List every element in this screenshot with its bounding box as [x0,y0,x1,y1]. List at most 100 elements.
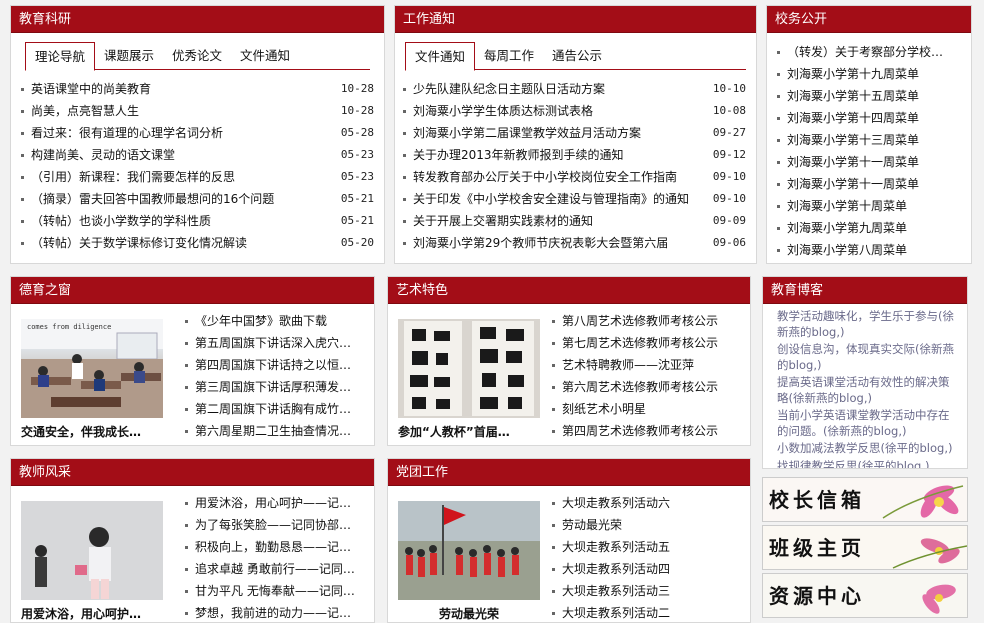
list-item[interactable]: 大坝走教系列活动四 [552,558,742,580]
list-item[interactable]: 第六周星期二卫生抽查情况… [185,420,366,442]
party-photo[interactable] [398,501,540,600]
party-list: 大坝走教系列活动六 劳动最光荣 大坝走教系列活动五 大坝走教系列活动四 大坝走教… [552,492,742,622]
list-item[interactable]: 刘海粟小学第29个教师节庆祝表彰大会暨第六届 09-06 [403,232,746,254]
list-item[interactable]: 刘海粟小学第十四周菜单 [777,107,963,129]
affairs-panel: 校务公开 （转发）关于考察部分学校… 刘海粟小学第十九周菜单 刘海粟小学第十五周… [766,5,972,264]
tab-announcements[interactable]: 通告公示 [543,42,611,70]
teachers-photo-caption[interactable]: 用爱沐浴，用心呵护… [21,605,163,622]
list-item[interactable]: 甘为平凡 无悔奉献——记同… [185,580,366,602]
list-item[interactable]: 刘海粟小学第十一周菜单 [777,151,963,173]
tab-file-notice[interactable]: 文件通知 [405,42,476,71]
list-item[interactable]: （转帖）关于数学课标修订变化情况解读 05-20 [21,232,374,254]
list-item[interactable]: （引用）新课程：我们需要怎样的反思 05-23 [21,166,374,188]
moral-header: 德育之窗 [11,277,374,304]
notice-list: 少先队建队纪念日主题队日活动方案 10-10 刘海粟小学学生体质达标测试表格 10-… [403,78,746,254]
class-homepage-label: 班级主页 [769,536,865,560]
list-item[interactable]: 第七周艺术选修教师考核公示 [552,332,742,354]
list-item[interactable]: 看过来：很有道理的心理学名词分析 05-28 [21,122,374,144]
list-item[interactable]: 第二周国旗下讲话胸有成竹… [185,398,366,420]
art-panel: 艺术特色 参加“人教杯”首届… 第八周艺术选修教师考核公示 第七周艺术选修教师考… [387,276,751,446]
list-item[interactable]: 追求卓越 勇敢前行——记同… [185,558,366,580]
party-panel: 党团工作 劳动最光荣 大坝走教系列活动六 劳动最光荣 大坝走教系列活动五 大坝走… [387,458,751,623]
list-item[interactable]: 英语课堂中的尚美教育 10-28 [21,78,374,100]
notice-header: 工作通知 [395,6,756,33]
moral-photo-caption[interactable]: 交通安全，伴我成长… [21,423,163,440]
list-item[interactable]: 第五周国旗下讲话深入虎穴… [185,332,366,354]
calligraphy-photo[interactable] [398,319,540,418]
art-photo-caption[interactable]: 参加“人教杯”首届… [398,423,540,440]
art-list: 第八周艺术选修教师考核公示 第七周艺术选修教师考核公示 艺术特聘教师——沈亚萍 … [552,310,742,442]
list-item[interactable]: 刘海粟小学第二届课堂教学效益月活动方案 09-27 [403,122,746,144]
research-list: 英语课堂中的尚美教育 10-28 尚美，点亮智慧人生 10-28 看过来：很有道理的… [21,78,374,254]
list-item[interactable]: 尚美，点亮智慧人生 10-28 [21,100,374,122]
list-item[interactable]: 刘海粟小学第十一周菜单 [777,173,963,195]
list-item[interactable]: 用爱沐浴，用心呵护——记… [185,492,366,514]
list-item[interactable]: 关于办理2013年新教师报到手续的通知 09-12 [403,144,746,166]
blog-entry[interactable]: 创设信息沟，体现真实交际(徐新燕的blog,) [777,342,959,373]
affairs-list: （转发）关于考察部分学校… 刘海粟小学第十九周菜单 刘海粟小学第十五周菜单 刘海… [777,41,963,261]
list-item[interactable]: 刘海粟小学第八周菜单 [777,239,963,261]
classroom-image: comes from diligence [21,319,163,418]
list-item[interactable]: 刘海粟小学学生体质达标测试表格 10-08 [403,100,746,122]
list-item[interactable]: 梦想，我前进的动力——记… [185,602,366,622]
list-item[interactable]: 为了每张笑脸——记同协部… [185,514,366,536]
list-item[interactable]: （摘录）雷夫回答中国教师最想问的16个问题 05-21 [21,188,374,210]
list-item[interactable]: 劳动最光荣 [552,514,742,536]
class-homepage-banner[interactable]: 班级主页 [762,525,968,570]
list-item[interactable]: 大坝走教系列活动五 [552,536,742,558]
list-item[interactable]: 关于开展上交署期实践素材的通知 09-09 [403,210,746,232]
list-item[interactable]: 刻纸艺术小明星 [552,398,742,420]
tab-projects[interactable]: 课题展示 [95,42,163,70]
list-item[interactable]: 转发教育部办公厅关于中小学校岗位安全工作指南 09-10 [403,166,746,188]
resource-center-banner[interactable]: 资源中心 [762,573,968,618]
art-header: 艺术特色 [388,277,750,304]
teachers-list: 用爱沐浴，用心呵护——记… 为了每张笑脸——记同协部… 积极向上，勤勤恳恳——记… [185,492,366,622]
list-item[interactable]: 第六周艺术选修教师考核公示 [552,376,742,398]
list-item[interactable]: 第三周国旗下讲话厚积薄发… [185,376,366,398]
tab-files[interactable]: 文件通知 [231,42,299,70]
moral-panel: 德育之窗 comes from diligence 交通安全，伴我成长… 《少年… [10,276,375,446]
list-item[interactable]: 艺术特聘教师——沈亚萍 [552,354,742,376]
blog-entry[interactable]: 当前小学英语课堂教学活动中存在的问题。(徐新燕的blog,) [777,408,959,439]
tab-papers[interactable]: 优秀论文 [163,42,231,70]
list-item[interactable]: 少先队建队纪念日主题队日活动方案 10-10 [403,78,746,100]
list-item[interactable]: 大坝走教系列活动二 [552,602,742,622]
list-item[interactable]: 刘海粟小学第十周菜单 [777,195,963,217]
list-item[interactable]: 第八周艺术选修教师考核公示 [552,310,742,332]
list-item[interactable]: 构建尚美、灵动的语文课堂 05-23 [21,144,374,166]
tab-theory-guide[interactable]: 理论导航 [25,42,96,71]
teachers-header: 教师风采 [11,459,374,486]
research-panel: 教育科研 理论导航 课题展示 优秀论文 文件通知 英语课堂中的尚美教育 10-28… [10,5,385,264]
party-photo-caption[interactable]: 劳动最光荣 [398,605,540,622]
teacher-photo[interactable] [21,501,163,600]
blog-list: 教学活动趣味化，学生乐于参与(徐新燕的blog,) 创设信息沟，体现真实交际(徐… [777,309,959,468]
classroom-photo[interactable]: comes from diligence [21,319,163,418]
principal-mailbox-banner[interactable]: 校长信箱 [762,477,968,522]
list-item[interactable]: 第四周艺术选修教师考核公示 [552,420,742,442]
list-item[interactable]: 大坝走教系列活动六 [552,492,742,514]
blog-entry[interactable]: 找规律教学反思(徐平的blog,) [777,459,959,469]
list-item[interactable]: 刘海粟小学第十五周菜单 [777,85,963,107]
blog-panel: 教育博客 教学活动趣味化，学生乐于参与(徐新燕的blog,) 创设信息沟，体现真… [762,276,968,469]
blog-entry[interactable]: 小数加减法教学反思(徐平的blog,) [777,441,959,457]
notice-panel: 工作通知 文件通知 每周工作 通告公示 少先队建队纪念日主题队日活动方案 10-1… [394,5,757,264]
list-item[interactable]: 《少年中国梦》歌曲下载 [185,310,366,332]
svg-text:comes from diligence: comes from diligence [27,323,111,331]
research-header: 教育科研 [11,6,384,33]
affairs-header: 校务公开 [767,6,971,33]
moral-list: 《少年中国梦》歌曲下载 第五周国旗下讲话深入虎穴… 第四周国旗下讲话持之以恒… … [185,310,366,442]
list-item[interactable]: 关于印发《中小学校舍安全建设与管理指南》的通知 09-10 [403,188,746,210]
list-item[interactable]: （转帖）也谈小学数学的学科性质 05-21 [21,210,374,232]
tab-weekly-work[interactable]: 每周工作 [475,42,543,70]
teachers-panel: 教师风采 用爱沐浴，用心呵护… 用爱沐浴，用心呵护——记… 为了每张笑脸——记同… [10,458,375,623]
list-item[interactable]: （转发）关于考察部分学校… [777,41,963,63]
blog-header: 教育博客 [763,277,967,304]
list-item[interactable]: 积极向上，勤勤恳恳——记… [185,536,366,558]
list-item[interactable]: 第四周国旗下讲话持之以恒… [185,354,366,376]
blog-entry[interactable]: 教学活动趣味化，学生乐于参与(徐新燕的blog,) [777,309,959,340]
list-item[interactable]: 大坝走教系列活动三 [552,580,742,602]
list-item[interactable]: 刘海粟小学第十三周菜单 [777,129,963,151]
blog-entry[interactable]: 提高英语课堂活动有效性的解决策略(徐新燕的blog,) [777,375,959,406]
list-item[interactable]: 刘海粟小学第十九周菜单 [777,63,963,85]
list-item[interactable]: 刘海粟小学第九周菜单 [777,217,963,239]
